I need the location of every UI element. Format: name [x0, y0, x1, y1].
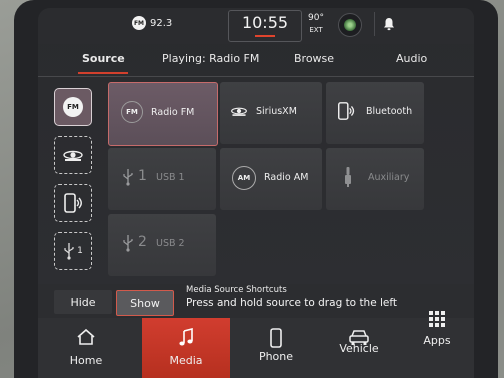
nav-label: Vehicle: [339, 342, 379, 355]
nav-media[interactable]: Media: [142, 318, 230, 378]
usb-number: 2: [138, 234, 147, 250]
nav-apps[interactable]: Apps: [400, 311, 474, 378]
music-note-icon: [179, 328, 193, 346]
active-tab-indicator: [78, 72, 128, 74]
tab-source[interactable]: Source: [82, 52, 125, 65]
nav-vehicle[interactable]: Vehicle: [320, 318, 398, 378]
home-icon: [77, 328, 95, 345]
show-shortcuts-button[interactable]: Show: [116, 290, 174, 316]
bluetooth-phone-icon: [64, 193, 82, 213]
source-auxiliary[interactable]: Auxiliary: [326, 148, 424, 210]
nav-label: Apps: [423, 334, 451, 347]
infotainment-screen: FM 92.3 10:55 90° EXT Source Playing: Ra…: [38, 8, 474, 378]
source-usb2[interactable]: 2 USB 2: [108, 214, 216, 276]
nav-home[interactable]: Home: [38, 318, 134, 378]
apps-grid-icon: [429, 311, 445, 327]
now-playing-mini[interactable]: FM 92.3: [132, 16, 172, 30]
notifications-bell-icon[interactable]: [374, 12, 403, 36]
source-usb1[interactable]: 1 USB 1: [108, 148, 216, 210]
source-label: USB 2: [156, 238, 185, 249]
source-radio-am[interactable]: AM Radio AM: [220, 148, 322, 210]
clock-time: 10:55: [241, 13, 289, 32]
tab-divider: [38, 76, 474, 77]
source-bluetooth[interactable]: Bluetooth: [326, 82, 424, 144]
nav-label: Phone: [258, 350, 294, 363]
temperature-value: 90°: [308, 13, 324, 23]
hide-shortcuts-button[interactable]: Hide: [54, 290, 112, 314]
source-radio-fm[interactable]: FM Radio FM: [108, 82, 218, 146]
radio-frequency: 92.3: [150, 17, 173, 29]
usb-number: 1: [138, 168, 147, 184]
shortcut-fm[interactable]: FM: [54, 88, 92, 126]
tab-browse[interactable]: Browse: [294, 52, 334, 65]
shortcuts-hint-title: Media Source Shortcuts: [186, 285, 287, 295]
shortcut-usb1[interactable]: 1: [54, 232, 92, 270]
tab-playing[interactable]: Playing: Radio FM: [162, 52, 259, 65]
source-label: SiriusXM: [256, 106, 297, 117]
media-tabs: Source Playing: Radio FM Browse Audio: [38, 46, 474, 77]
driver-profile-icon[interactable]: [338, 13, 362, 37]
usb-icon: [64, 243, 74, 260]
outside-temperature: 90° EXT: [304, 12, 328, 36]
temperature-label: EXT: [309, 26, 323, 34]
usb-icon: [123, 169, 133, 186]
clock-widget[interactable]: 10:55: [228, 10, 302, 42]
source-label: Auxiliary: [368, 172, 410, 183]
siriusxm-icon: [63, 150, 83, 161]
clock-accent-line: [255, 35, 275, 37]
tab-audio[interactable]: Audio: [396, 52, 427, 65]
shortcut-bluetooth[interactable]: [54, 184, 92, 222]
source-label: USB 1: [156, 172, 185, 183]
fm-badge-icon: FM: [132, 16, 146, 30]
shortcuts-hint-text: Press and hold source to drag to the lef…: [186, 297, 398, 309]
shortcut-siriusxm[interactable]: [54, 136, 92, 174]
usb-shortcut-number: 1: [77, 246, 83, 256]
bluetooth-phone-icon: [338, 102, 355, 120]
nav-phone[interactable]: Phone: [238, 318, 314, 378]
aux-plug-icon: [345, 167, 351, 187]
fm-radio-icon: FM: [63, 97, 83, 117]
nav-label: Media: [169, 354, 203, 367]
source-label: Radio AM: [264, 172, 309, 183]
usb-icon: [123, 235, 133, 252]
source-label: Radio FM: [151, 107, 195, 118]
siriusxm-icon: [231, 107, 247, 116]
source-siriusxm[interactable]: SiriusXM: [220, 82, 322, 144]
phone-icon: [270, 328, 282, 348]
nav-label: Home: [69, 354, 103, 367]
am-radio-icon: AM: [232, 166, 256, 190]
shortcut-toggle-bar: Hide Show Media Source Shortcuts Press a…: [38, 284, 474, 318]
source-label: Bluetooth: [366, 106, 413, 117]
fm-radio-icon: FM: [121, 101, 143, 123]
status-bar: FM 92.3 10:55 90° EXT: [38, 8, 474, 44]
bottom-nav: Home Media Phone Vehicle Apps: [38, 311, 474, 378]
